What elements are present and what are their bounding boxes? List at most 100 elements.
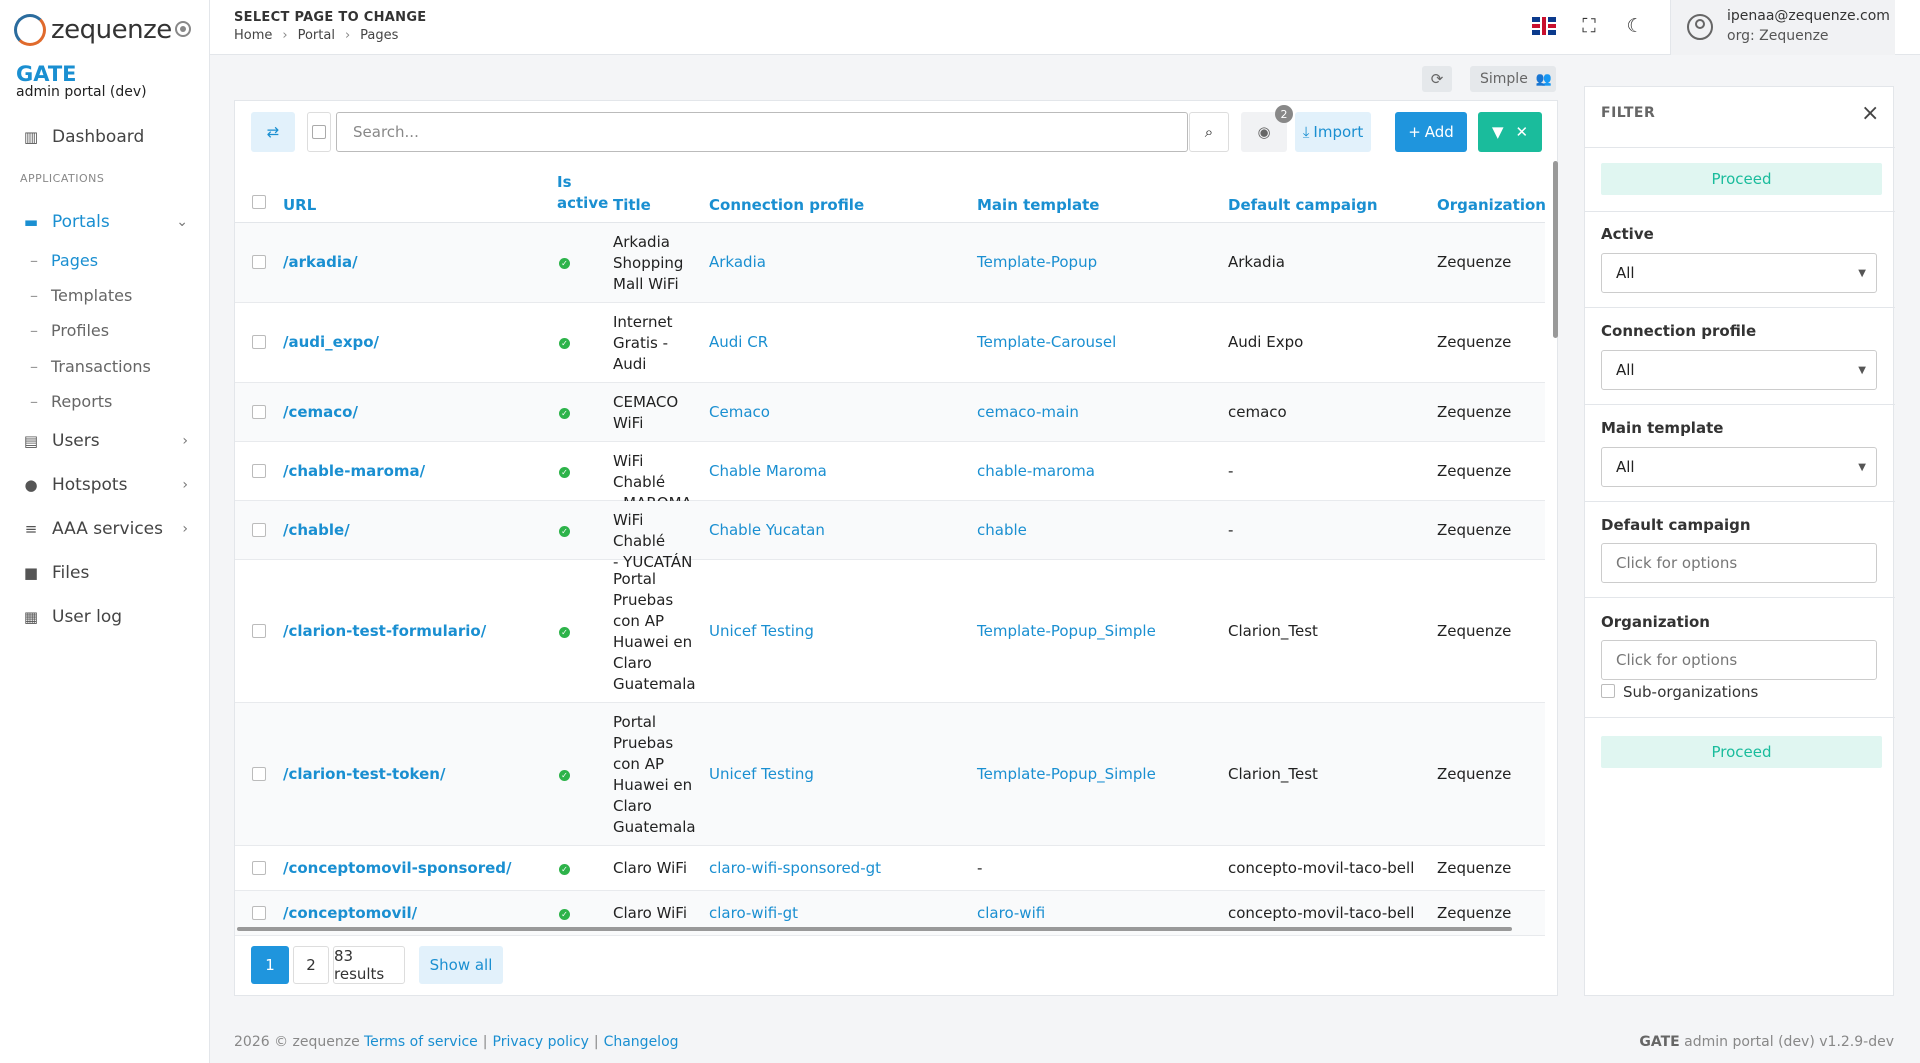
proceed-button-top[interactable]: Proceed	[1601, 163, 1882, 195]
add-button[interactable]: + Add	[1395, 112, 1467, 152]
download-icon: ⤓	[1302, 123, 1310, 141]
filter-toggle-button[interactable]: ▼ ✕	[1478, 112, 1542, 152]
page-2-button[interactable]: 2	[293, 946, 329, 984]
url-link[interactable]: /clarion-test-formulario/	[283, 621, 486, 642]
column-header-title[interactable]: Title	[613, 196, 651, 214]
row-checkbox[interactable]	[252, 623, 266, 638]
zequenze-logo[interactable]: zequenze	[14, 12, 172, 48]
table-row[interactable]: /audi_expo/ ✓ Internet Gratis - Audi Audi CR T…	[235, 303, 1545, 383]
sidebar-subitem-profiles[interactable]: – Profiles	[30, 318, 109, 342]
sidebar-subitem-transactions[interactable]: – Transactions	[30, 354, 151, 378]
connection-profile-link[interactable]: Arkadia	[709, 252, 766, 273]
import-button[interactable]: ⤓ Import	[1295, 112, 1371, 152]
url-link[interactable]: /audi_expo/	[283, 332, 379, 353]
active-select[interactable]: All ▼	[1601, 253, 1877, 293]
row-checkbox[interactable]	[252, 463, 266, 478]
url-link[interactable]: /conceptomovil-sponsored/	[283, 858, 512, 879]
main-template-link[interactable]: Template-Popup	[977, 252, 1097, 273]
sub-organizations-checkbox[interactable]	[1601, 684, 1615, 698]
view-mode-button[interactable]: Simple 👥	[1470, 66, 1556, 92]
search-button[interactable]: ⌕	[1189, 112, 1229, 152]
show-all-button[interactable]: Show all	[419, 946, 503, 984]
connection-profile-link[interactable]: claro-wifi-sponsored-gt	[709, 858, 881, 879]
folder-icon: ■	[23, 564, 39, 582]
connection-profile-link[interactable]: Cemaco	[709, 402, 770, 423]
hidden-columns-badge: 2	[1275, 105, 1293, 123]
search-input[interactable]: Search...	[336, 112, 1188, 152]
main-template-link[interactable]: chable	[977, 520, 1027, 541]
breadcrumb-portal[interactable]: Portal	[298, 28, 335, 43]
sidebar-item-dashboard[interactable]: ▥ Dashboard	[0, 122, 210, 152]
table-row[interactable]: /clarion-test-formulario/ ✓ Portal Pruebas c…	[235, 560, 1545, 703]
changelog-link[interactable]: Changelog	[604, 1034, 679, 1050]
connection-profile-link[interactable]: Unicef Testing	[709, 764, 814, 785]
sidebar-item-hotspots[interactable]: ● Hotspots ›	[0, 470, 210, 500]
sidebar-item-files[interactable]: ■ Files	[0, 558, 210, 588]
table-row[interactable]: /conceptomovil-sponsored/ ✓ Claro WiFi clar…	[235, 846, 1545, 891]
organization-input[interactable]: Click for options	[1601, 640, 1877, 680]
connection-profile-link[interactable]: Audi CR	[709, 332, 768, 353]
main-template-link[interactable]: chable-maroma	[977, 461, 1095, 482]
sidebar-item-portals[interactable]: ▬ Portals ⌄	[0, 207, 210, 237]
sidebar-subitem-templates[interactable]: – Templates	[30, 283, 132, 307]
column-header-default-campaign[interactable]: Default campaign	[1228, 196, 1378, 214]
column-header-is-active[interactable]: Is active	[557, 172, 608, 214]
sidebar-subitem-pages[interactable]: – Pages	[30, 248, 98, 272]
connection-profile-select[interactable]: All ▼	[1601, 350, 1877, 390]
url-link[interactable]: /conceptomovil/	[283, 903, 417, 924]
row-checkbox[interactable]	[252, 522, 266, 537]
terms-link[interactable]: Terms of service	[364, 1034, 478, 1050]
row-checkbox[interactable]	[252, 860, 266, 875]
table-row[interactable]: /chable/✓ WiFi Chablé - YUCATÁN Chable Yuca…	[235, 501, 1545, 571]
row-checkbox[interactable]	[252, 905, 266, 920]
breadcrumb-home[interactable]: Home	[234, 28, 272, 43]
table-row[interactable]: /chable-maroma/✓WiFi Chablé- MAROMAChabl…	[235, 442, 1545, 512]
sync-button[interactable]: ⇄	[251, 112, 295, 152]
row-checkbox[interactable]	[252, 335, 266, 349]
vertical-scrollbar[interactable]	[1553, 161, 1558, 338]
moon-icon[interactable]: ☾	[1624, 15, 1646, 37]
uk-flag-language-icon[interactable]	[1532, 17, 1556, 35]
sidebar-item-aaa-services[interactable]: ≡ AAA services ›	[0, 514, 210, 544]
url-link[interactable]: /arkadia/	[283, 252, 358, 273]
fullscreen-icon[interactable]: ⛶	[1578, 15, 1600, 37]
connection-profile-link[interactable]: Chable Yucatan	[709, 520, 825, 541]
url-link[interactable]: /chable-maroma/	[283, 461, 425, 482]
select-all-toggle[interactable]	[307, 112, 331, 152]
sidebar-pin-icon[interactable]	[175, 21, 191, 37]
column-header-url[interactable]: URL	[283, 196, 316, 214]
sidebar-subitem-reports[interactable]: – Reports	[30, 389, 112, 413]
connection-profile-link[interactable]: Chable Maroma	[709, 461, 827, 482]
main-template-link[interactable]: claro-wifi	[977, 903, 1045, 924]
row-checkbox[interactable]	[252, 766, 266, 781]
url-link[interactable]: /cemaco/	[283, 402, 358, 423]
main-template-link[interactable]: cemaco-main	[977, 402, 1079, 423]
row-checkbox[interactable]	[252, 404, 266, 419]
refresh-button[interactable]: ⟳	[1422, 66, 1452, 92]
proceed-button-bottom[interactable]: Proceed	[1601, 736, 1882, 768]
main-template-link[interactable]: Template-Popup_Simple	[977, 621, 1156, 642]
select-all-checkbox[interactable]	[252, 195, 266, 209]
connection-profile-link[interactable]: Unicef Testing	[709, 621, 814, 642]
sidebar-item-user-log[interactable]: ▦ User log	[0, 602, 210, 632]
main-template-select[interactable]: All ▼	[1601, 447, 1877, 487]
url-link[interactable]: /chable/	[283, 520, 350, 541]
table-row[interactable]: /arkadia/✓ Arkadia Shopping Mall WiFi Arkadi…	[235, 223, 1545, 303]
main-template-link[interactable]: Template-Popup_Simple	[977, 764, 1156, 785]
connection-profile-link[interactable]: claro-wifi-gt	[709, 903, 798, 924]
page-1-button[interactable]: 1	[251, 946, 289, 984]
column-header-organization[interactable]: Organization	[1437, 196, 1546, 214]
url-link[interactable]: /clarion-test-token/	[283, 764, 445, 785]
horizontal-scrollbar[interactable]	[237, 927, 1512, 931]
table-row[interactable]: /cemaco/ ✓ CEMACO WiFi Cemaco cemaco-main cema…	[235, 383, 1545, 442]
column-header-connection-profile[interactable]: Connection profile	[709, 196, 864, 214]
column-header-main-template[interactable]: Main template	[977, 196, 1099, 214]
main-template-link[interactable]: Template-Carousel	[977, 332, 1116, 353]
sidebar-item-users[interactable]: ▤ Users ›	[0, 426, 210, 456]
default-campaign-input[interactable]: Click for options	[1601, 543, 1877, 583]
row-checkbox[interactable]	[252, 255, 266, 269]
close-icon[interactable]: ×	[1861, 101, 1879, 126]
privacy-link[interactable]: Privacy policy	[493, 1034, 589, 1050]
table-row[interactable]: /clarion-test-token/ ✓ Portal Pruebas con AP…	[235, 703, 1545, 846]
user-menu[interactable]: ipenaa@zequenze.com org: Zequenze	[1670, 0, 1895, 55]
